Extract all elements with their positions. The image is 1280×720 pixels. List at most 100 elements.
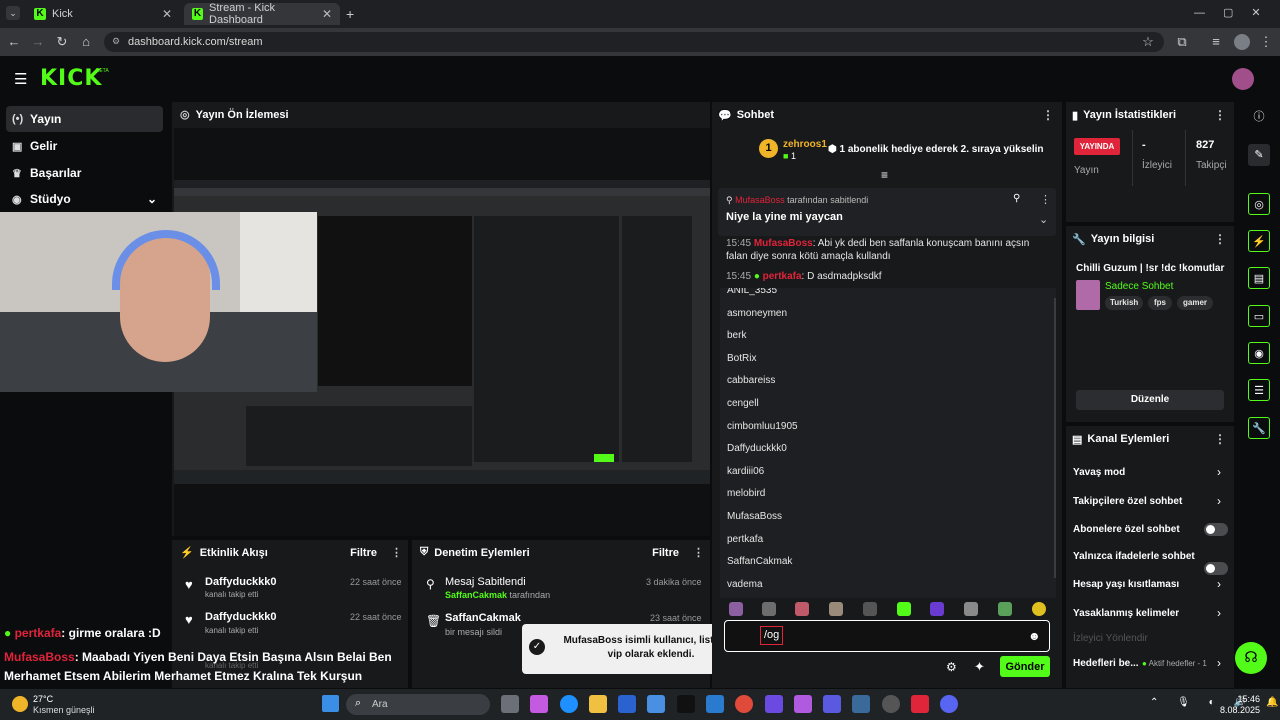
chevron-right-icon[interactable]: ›: [1217, 577, 1221, 591]
user-list-item[interactable]: SaffanCakmak: [727, 551, 1047, 574]
chrome-icon[interactable]: [735, 695, 753, 713]
activity-user[interactable]: Daffyduckkk0: [205, 576, 277, 588]
outlook-icon[interactable]: [706, 695, 724, 713]
chat-menu-icon[interactable]: ⋮: [1042, 108, 1054, 122]
emote-icon[interactable]: [729, 602, 743, 616]
chevron-down-icon[interactable]: ⌄: [1039, 213, 1048, 226]
emote-icon[interactable]: [897, 602, 911, 616]
app-icon[interactable]: [765, 695, 783, 713]
tag[interactable]: fps: [1148, 296, 1172, 310]
chat-icon[interactable]: ▭: [1248, 305, 1270, 327]
actions-menu-icon[interactable]: ⋮: [1214, 432, 1226, 446]
url-input[interactable]: dashboard.kick.com/stream: [104, 32, 1164, 52]
browser-tab-dashboard[interactable]: K Stream - Kick Dashboard ✕: [184, 2, 340, 26]
support-chat-icon[interactable]: ☊: [1235, 642, 1267, 674]
user-list-item[interactable]: berk: [727, 325, 1047, 348]
clock-time[interactable]: 15:46: [1220, 694, 1260, 704]
emote-icon[interactable]: [863, 602, 877, 616]
app-icon[interactable]: [911, 695, 929, 713]
app-icon[interactable]: [852, 695, 870, 713]
chevron-right-icon[interactable]: ›: [1217, 494, 1221, 508]
clock-date[interactable]: 8.08.2025: [1212, 705, 1260, 715]
user-list-item[interactable]: asmoneymen: [727, 303, 1047, 326]
wrench-icon[interactable]: 🔧: [1248, 417, 1270, 439]
tiktok-icon[interactable]: [677, 695, 695, 713]
profile-avatar[interactable]: [1234, 34, 1250, 50]
user-list-item[interactable]: MufasaBoss: [727, 506, 1047, 529]
kick-logo[interactable]: KICK: [40, 66, 102, 91]
sidebar-item-studyo[interactable]: ◉ Stüdyo ⌄: [6, 186, 163, 212]
sidebar-item-basarilar[interactable]: ♛ Başarılar: [6, 160, 163, 186]
lightning-icon[interactable]: ⚡: [1248, 230, 1270, 252]
user-list-item[interactable]: cengell: [727, 393, 1047, 416]
emote-icon[interactable]: [829, 602, 843, 616]
broadcast-icon[interactable]: ◉: [1248, 342, 1270, 364]
browser-tab-kick[interactable]: K Kick ✕: [26, 3, 180, 25]
collapse-icon[interactable]: ≡: [881, 168, 888, 182]
copilot-icon[interactable]: [530, 695, 548, 713]
hamburger-menu-icon[interactable]: ☰: [14, 70, 27, 88]
chat-settings-icon[interactable]: ⚙: [946, 660, 957, 674]
action-banned-words[interactable]: Yasaklanmış kelimeler: [1073, 608, 1179, 619]
tag[interactable]: gamer: [1177, 296, 1214, 310]
user-list-item[interactable]: cabbareiss: [727, 370, 1047, 393]
chevron-right-icon[interactable]: ›: [1217, 465, 1221, 479]
notification-bell-icon[interactable]: 🔔: [1266, 697, 1278, 708]
moderation-menu-icon[interactable]: ⋮: [693, 546, 704, 559]
user-list-item[interactable]: ANIL_3535: [727, 288, 1047, 303]
browser-menu-icon[interactable]: ⋮: [1258, 34, 1274, 50]
teams-icon[interactable]: [823, 695, 841, 713]
gift-user[interactable]: zehroos1: [783, 139, 827, 150]
user-list-item[interactable]: pertkafa: [727, 529, 1047, 552]
stats-menu-icon[interactable]: ⋮: [1214, 108, 1226, 122]
emote-icon[interactable]: [1032, 602, 1046, 616]
subscribers-only-toggle[interactable]: [1204, 523, 1228, 536]
moderation-filter-button[interactable]: Filtre: [652, 547, 679, 559]
pencil-icon[interactable]: ✎: [1248, 144, 1270, 166]
user-list-item[interactable]: cimbomluu1905: [727, 416, 1047, 439]
user-list-item[interactable]: kardiii06: [727, 461, 1047, 484]
user-list-item[interactable]: BotRix: [727, 348, 1047, 371]
taskbar-search[interactable]: Ara: [346, 694, 490, 715]
windows-start-icon[interactable]: [322, 695, 339, 712]
activity-filter-button[interactable]: Filtre: [350, 547, 377, 559]
info-icon[interactable]: ⓘ: [1248, 106, 1270, 128]
user-list-item[interactable]: melobird: [727, 483, 1047, 506]
tag[interactable]: Turkish: [1105, 296, 1144, 310]
document-icon[interactable]: ▤: [1248, 267, 1270, 289]
discord-icon[interactable]: [940, 695, 958, 713]
close-tab-icon[interactable]: ✕: [322, 7, 332, 21]
home-icon[interactable]: ⌂: [78, 34, 94, 49]
chevron-right-icon[interactable]: ›: [1217, 656, 1221, 670]
emoji-icon[interactable]: ☻: [1028, 629, 1041, 643]
pinned-menu-icon[interactable]: ⋮: [1040, 193, 1051, 206]
chat-input[interactable]: /og: [760, 626, 784, 645]
unpin-icon[interactable]: ⚲: [1013, 193, 1020, 204]
emote-icon[interactable]: [795, 602, 809, 616]
file-explorer-icon[interactable]: [589, 695, 607, 713]
chevron-right-icon[interactable]: ›: [1217, 606, 1221, 620]
moderation-title[interactable]: SaffanCakmak: [445, 612, 521, 624]
weather-icon[interactable]: [12, 696, 28, 712]
new-tab-icon[interactable]: +: [346, 6, 354, 22]
edit-button[interactable]: Düzenle: [1076, 390, 1224, 410]
emote-icon[interactable]: [964, 602, 978, 616]
emote-icon[interactable]: [998, 602, 1012, 616]
weather-temp[interactable]: 27°C: [33, 694, 53, 704]
user-list-item[interactable]: Daffyduckkk0: [727, 438, 1047, 461]
action-followers-only[interactable]: Takipçilere özel sohbet: [1073, 496, 1182, 507]
forward-icon[interactable]: →: [30, 34, 46, 49]
category-name[interactable]: Sadece Sohbet: [1105, 281, 1173, 292]
close-tab-icon[interactable]: ✕: [162, 7, 172, 21]
tab-list-icon[interactable]: ⌄: [6, 6, 20, 20]
media-icon[interactable]: ≡: [1208, 34, 1224, 49]
emote-only-toggle[interactable]: [1204, 562, 1228, 575]
edge-icon[interactable]: [560, 695, 578, 713]
layout-icon[interactable]: ☰: [1248, 379, 1270, 401]
extensions-icon[interactable]: ⧉: [1174, 34, 1190, 50]
user-list-item[interactable]: vadema: [727, 574, 1047, 597]
sidebar-item-yayin[interactable]: (•) Yayın: [6, 106, 163, 132]
chat-rewards-icon[interactable]: ✦: [974, 659, 985, 675]
emote-icon[interactable]: [762, 602, 776, 616]
back-icon[interactable]: ←: [6, 34, 22, 49]
